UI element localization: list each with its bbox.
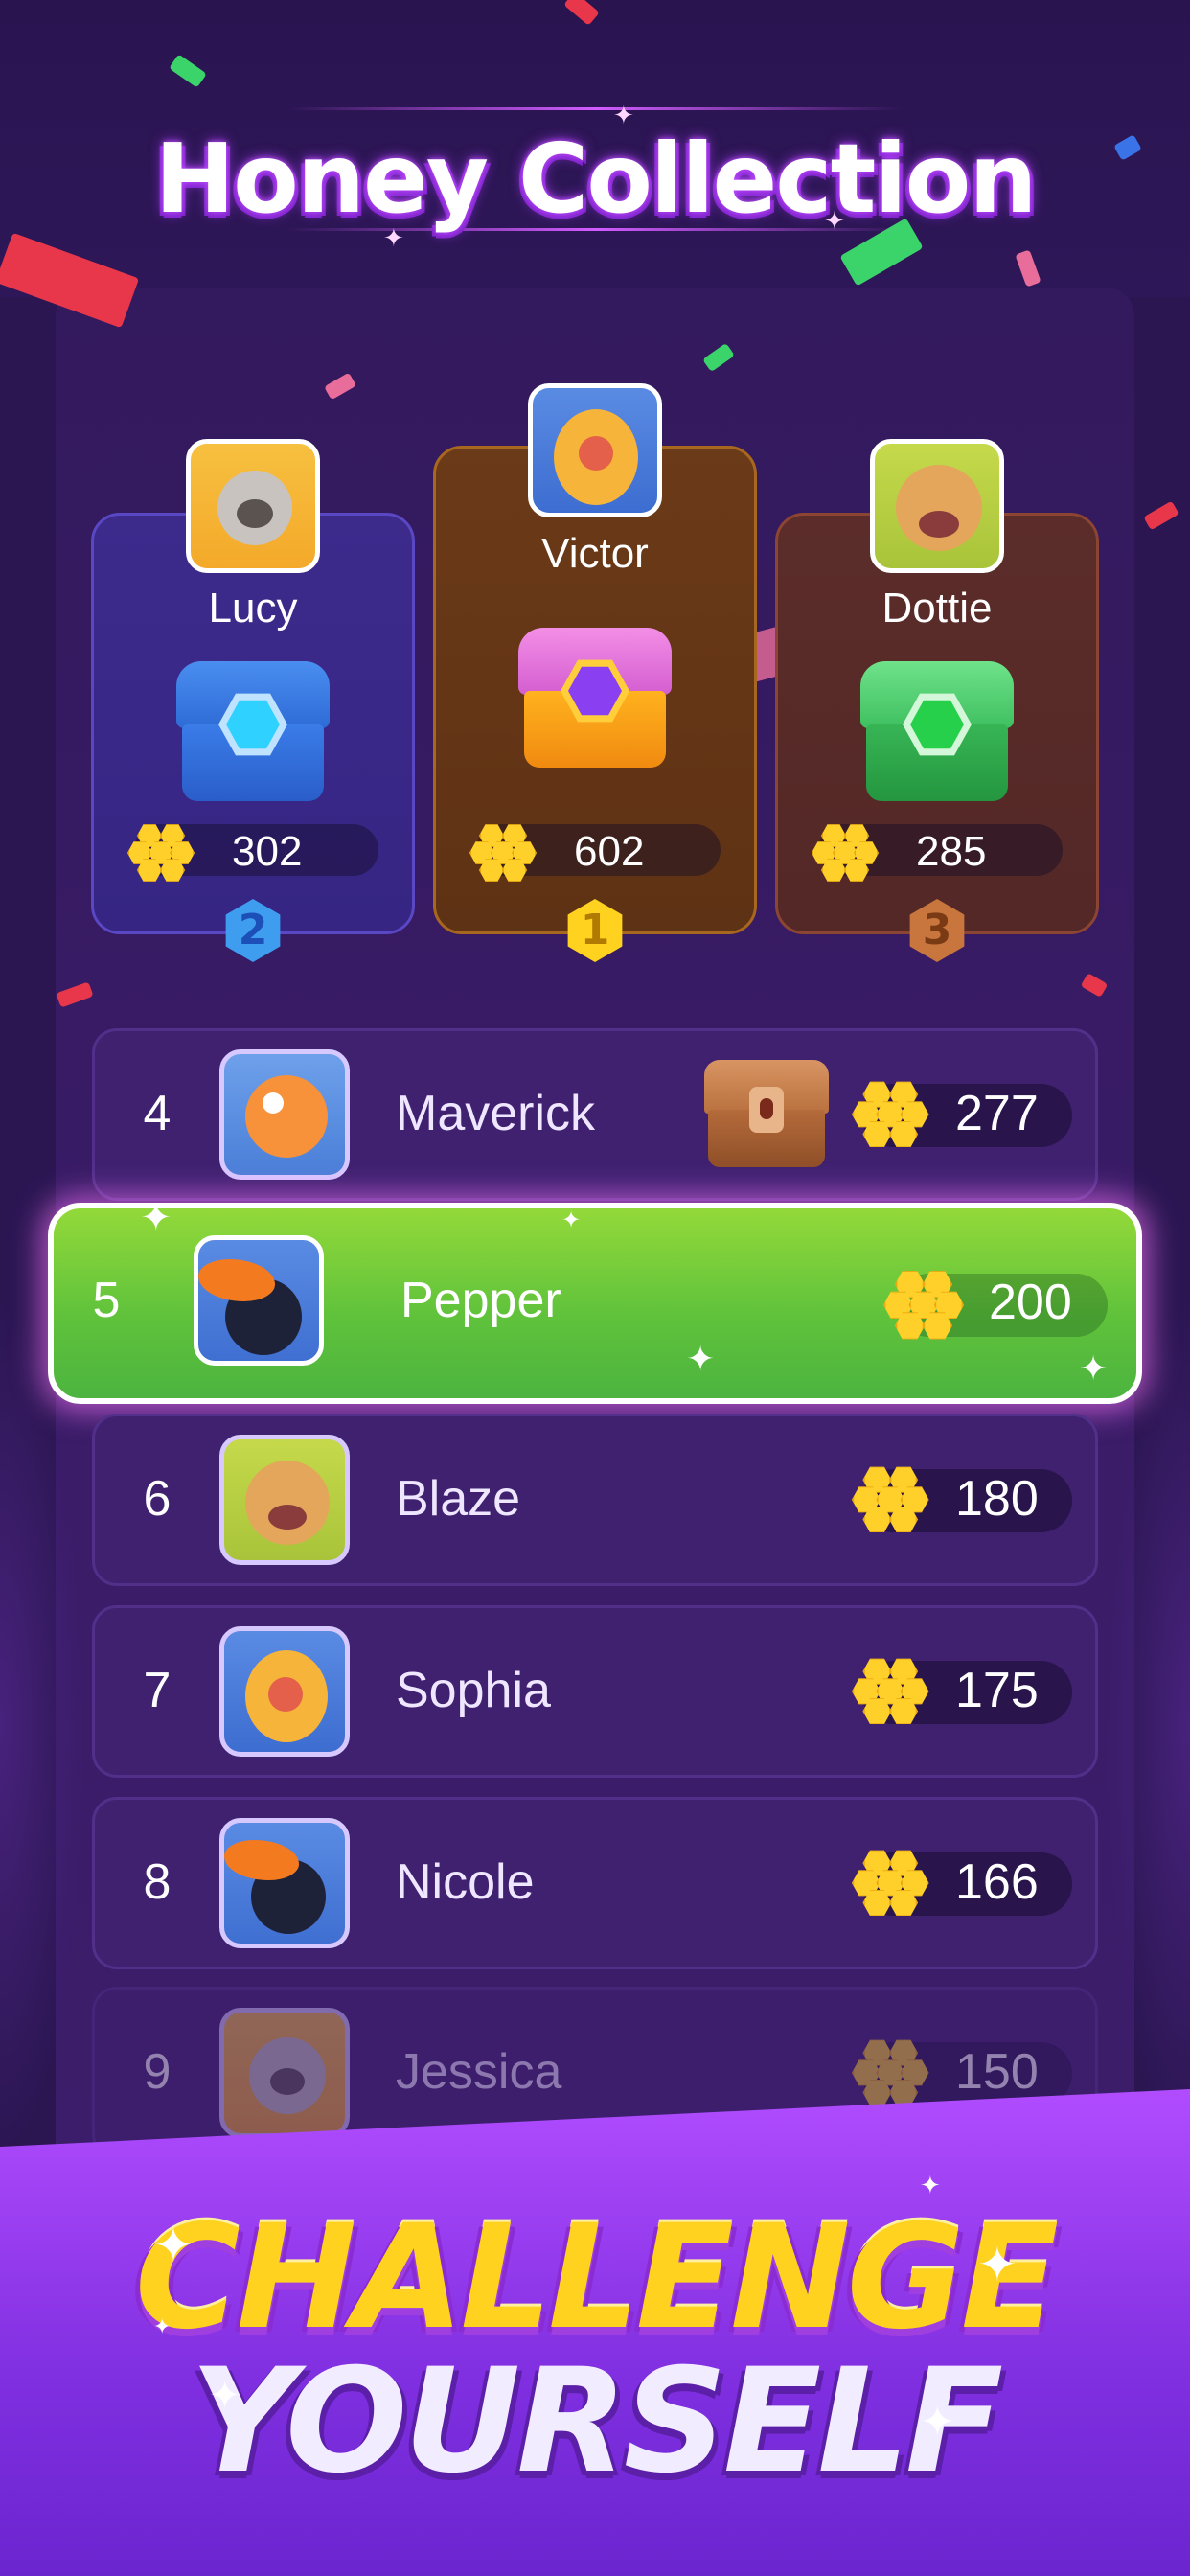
honeycomb-icon <box>852 1457 929 1534</box>
rank-number: 8 <box>143 1854 172 1910</box>
rank-number: 4 <box>143 1086 172 1141</box>
rank-number: 7 <box>143 1663 172 1718</box>
honeycomb-icon <box>469 816 537 883</box>
green-chest-icon <box>860 661 1014 805</box>
sparkle-icon: ✦ <box>153 2218 194 2273</box>
podium-score: 302 <box>232 828 303 875</box>
sparkle-icon: ✦ <box>977 2237 1018 2292</box>
player-name: Nicole <box>396 1854 535 1910</box>
toucan-avatar <box>194 1235 324 1366</box>
sparkle-icon: ✦ <box>561 1207 582 1233</box>
page-title: Honey Collection <box>154 123 1037 235</box>
koala-avatar <box>186 439 320 573</box>
honeycomb-icon <box>812 816 879 883</box>
koala-avatar <box>219 2008 350 2138</box>
player-name: Maverick <box>396 1086 596 1141</box>
player-score: 277 <box>955 1086 1039 1141</box>
banner-subheadline: YOURSELF <box>190 2338 1004 2505</box>
sparkle-icon: ✦ <box>824 207 845 236</box>
title-divider <box>287 107 903 110</box>
podium-name: Lucy <box>208 585 298 632</box>
player-score: 150 <box>955 2044 1039 2100</box>
podium-score: 285 <box>916 828 987 875</box>
honeycomb-icon <box>852 2030 929 2107</box>
clownfish-avatar <box>219 1049 350 1180</box>
honeycomb-icon <box>852 1648 929 1726</box>
toucan-avatar <box>219 1818 350 1948</box>
blue-chest-icon <box>176 661 330 805</box>
sparkle-icon: ✦ <box>920 2398 955 2447</box>
parrot-avatar <box>528 383 662 518</box>
player-name: Sophia <box>396 1663 551 1718</box>
leaderboard-row-5-current-player[interactable]: 5 Pepper 200 ✦ ✦ ✦ ✦ <box>48 1199 1142 1404</box>
player-name: Jessica <box>396 2044 562 2100</box>
honeycomb-icon <box>127 816 195 883</box>
honeycomb-icon <box>852 1071 929 1149</box>
parrot-avatar <box>219 1626 350 1757</box>
sparkle-icon: ✦ <box>1079 1349 1109 1389</box>
locked-chest-icon[interactable] <box>704 1060 829 1171</box>
sparkle-icon: ✦ <box>686 1340 716 1379</box>
player-score: 200 <box>989 1275 1072 1330</box>
podium-name: Victor <box>541 530 649 577</box>
decor-leaf-right <box>1104 1294 1190 2156</box>
leaderboard-row-7[interactable]: 7 Sophia 175 <box>92 1605 1098 1778</box>
sparkle-icon: ✦ <box>613 102 634 130</box>
honeycomb-icon <box>852 1840 929 1918</box>
decor-leaf-left <box>0 1294 86 2156</box>
confetti <box>1143 500 1179 531</box>
player-score: 166 <box>955 1854 1039 1910</box>
rank-number: 5 <box>92 1273 121 1328</box>
player-score: 175 <box>955 1663 1039 1718</box>
dog-avatar <box>219 1435 350 1565</box>
leaderboard-row-8[interactable]: 8 Nicole 166 <box>92 1797 1098 1969</box>
honeycomb-icon <box>883 1260 964 1341</box>
player-score: 180 <box>955 1471 1039 1527</box>
sparkle-icon: ✦ <box>209 2374 241 2418</box>
dog-avatar <box>870 439 1004 573</box>
rank-number: 6 <box>143 1471 172 1527</box>
sparkle-icon: ✦ <box>920 2172 941 2200</box>
sparkle-icon: ✦ <box>153 2315 172 2339</box>
player-name: Pepper <box>400 1273 561 1328</box>
title-banner: Honey Collection ✦ ✦ ✦ <box>0 102 1190 251</box>
sparkle-icon: ✦ <box>140 1196 172 1240</box>
podium-score: 602 <box>574 828 645 875</box>
gold-chest-icon <box>518 628 672 771</box>
leaderboard-row-6[interactable]: 6 Blaze 180 <box>92 1414 1098 1586</box>
sparkle-icon: ✦ <box>383 224 404 253</box>
podium-name: Dottie <box>881 585 993 632</box>
player-name: Blaze <box>396 1471 521 1527</box>
leaderboard-row-4[interactable]: 4 Maverick 277 <box>92 1028 1098 1201</box>
rank-number: 9 <box>143 2044 172 2100</box>
